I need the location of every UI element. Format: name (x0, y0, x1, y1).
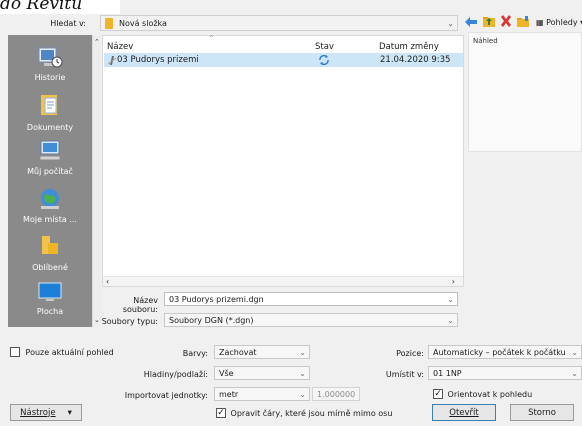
views-icon: ▦ (536, 18, 544, 27)
layers-select[interactable]: Vše ⌄ (214, 366, 310, 380)
chevron-down-icon: ⌄ (447, 18, 454, 28)
cancel-button[interactable]: Storno (510, 404, 574, 421)
place-label: Plocha (36, 307, 64, 316)
layers-label: Hladiny/podlaží: (143, 370, 208, 379)
correct-lines-checkbox[interactable]: Opravit čáry, které jsou mírně mimo osu (216, 408, 392, 418)
lookin-label: Hledat v: (50, 19, 86, 28)
place-history[interactable]: Historie (8, 45, 92, 82)
chevron-down-icon[interactable]: ⌄ (447, 293, 454, 305)
history-icon (38, 47, 63, 68)
layers-value: Vše (219, 368, 234, 378)
position-value: Automaticky – počátek k počátku (433, 347, 566, 357)
places-scrollbar[interactable]: ⌃ ⌄ (92, 35, 101, 327)
correct-lines-label: Opravit čáry, které jsou mírně mimo osu (230, 408, 393, 418)
place-label: Moje místa ... (23, 215, 77, 224)
preview-pane: Náhled (468, 32, 582, 152)
chevron-down-icon: ⌄ (571, 368, 578, 378)
lookin-combo[interactable]: Nová složka ⌄ (100, 15, 458, 31)
checkbox[interactable] (10, 347, 20, 357)
place-label: Dokumenty (26, 123, 74, 132)
place-network[interactable]: Moje místa ... (8, 187, 92, 224)
chevron-down-icon: ▾ (67, 407, 72, 418)
caption-text: do Revitu (0, 0, 120, 14)
cancel-label: Storno (528, 407, 556, 418)
checkbox[interactable] (216, 408, 226, 418)
tools-button[interactable]: Nástroje ▾ (10, 404, 82, 421)
place-label: Oblíbené (32, 263, 68, 272)
import-units-select[interactable]: metr ⌄ (214, 387, 310, 401)
filename-label: Název souboru: (122, 296, 158, 314)
chevron-right-icon[interactable]: › (452, 277, 455, 286)
orient-to-view-label: Orientovat k pohledu (447, 389, 533, 399)
current-view-only-checkbox[interactable]: Pouze aktuální pohled (10, 347, 114, 357)
filetype-label: Soubory typu: (101, 317, 158, 326)
position-label: Pozice: (396, 349, 424, 358)
filename-input[interactable]: 03 Pudorys prizemi.dgn ⌄ (164, 292, 458, 306)
computer-icon (39, 140, 61, 161)
favorites-icon (42, 236, 58, 254)
colors-select[interactable]: Zachovat ⌄ (214, 345, 310, 359)
column-header-date[interactable]: Datum změny (379, 42, 439, 52)
folder-up-icon[interactable] (482, 15, 496, 29)
chevron-left-icon[interactable]: ‹ (106, 277, 109, 286)
chevron-up-icon[interactable]: ⌃ (94, 38, 100, 46)
current-view-only-label: Pouze aktuální pohled (25, 347, 114, 357)
documents-icon (41, 95, 57, 115)
open-button[interactable]: Otevřít (432, 404, 496, 421)
lookin-value: Nová složka (119, 18, 167, 28)
places-bar: Historie Dokumenty Můj počítač Moje míst… (8, 35, 92, 327)
chevron-down-icon: ⌄ (299, 347, 306, 357)
place-at-value: 01 1NP (433, 368, 462, 378)
file-list[interactable]: ⌃ Název Stav Datum změny 03 Pudorys priz… (102, 34, 464, 287)
filetype-select[interactable]: Soubory DGN (*.dgn) ⌄ (164, 313, 458, 327)
sort-indicator-icon: ⌃ (208, 34, 215, 43)
place-documents[interactable]: Dokumenty (8, 93, 92, 132)
filetype-value: Soubory DGN (*.dgn) (169, 315, 254, 325)
new-folder-icon[interactable] (516, 15, 530, 29)
column-header-status[interactable]: Stav (315, 42, 334, 52)
import-units-label: Importovat jednotky: (124, 391, 208, 400)
chevron-down-icon: ⌄ (299, 389, 306, 399)
colors-label: Barvy: (182, 349, 208, 358)
views-button[interactable]: ▦ Pohledy ▾ (536, 18, 582, 27)
place-label: Můj počítač (27, 167, 73, 176)
chevron-down-icon: ⌄ (447, 315, 454, 325)
place-at-select[interactable]: 01 1NP ⌄ (428, 366, 582, 380)
file-name: 03 Pudorys prizemi (117, 55, 199, 65)
file-date: 21.04.2020 9:35 (380, 55, 451, 65)
desktop-icon (38, 282, 62, 301)
place-desktop[interactable]: Plocha (8, 281, 92, 316)
place-at-label: Umístit v: (385, 370, 424, 379)
network-places-icon (41, 189, 59, 209)
position-select[interactable]: Automaticky – počátek k počátku ⌄ (428, 345, 582, 359)
horizontal-scrollbar[interactable]: ‹ › (103, 276, 463, 286)
checkbox[interactable] (433, 389, 443, 399)
sync-status-icon (319, 54, 329, 66)
tools-label: Nástroje (20, 407, 56, 418)
units-factor-input[interactable]: 1.000000 (312, 387, 360, 401)
back-icon[interactable] (464, 16, 478, 28)
chevron-down-icon: ⌄ (571, 347, 578, 357)
open-label: Otevřít (449, 407, 479, 418)
orient-to-view-checkbox[interactable]: Orientovat k pohledu (433, 389, 532, 399)
column-header-name[interactable]: Název (107, 42, 133, 52)
place-favorites[interactable]: Oblíbené (8, 233, 92, 272)
chevron-down-icon: ⌄ (299, 368, 306, 378)
place-computer[interactable]: Můj počítač (8, 139, 92, 176)
folder-icon (105, 17, 113, 29)
import-units-value: metr (219, 389, 239, 399)
preview-label: Náhled (473, 37, 498, 45)
views-label: Pohledy (546, 18, 578, 27)
table-row[interactable]: 03 Pudorys prizemi 21.04.2020 9:35 (104, 53, 463, 67)
colors-value: Zachovat (219, 347, 257, 357)
units-factor-value: 1.000000 (317, 389, 356, 399)
filename-value: 03 Pudorys prizemi.dgn (169, 294, 264, 304)
place-label: Historie (34, 73, 66, 82)
delete-icon[interactable] (499, 14, 513, 28)
dgn-file-icon (107, 56, 117, 65)
